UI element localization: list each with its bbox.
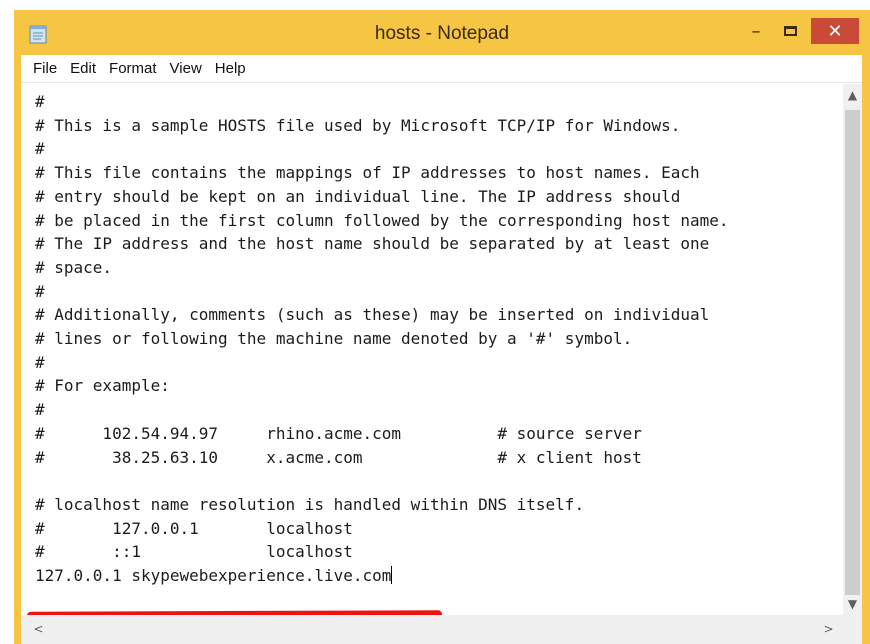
notepad-window: hosts - Notepad – ✕ File Edit Format Vie… [14,10,870,644]
text-line: # [35,92,45,111]
horizontal-scrollbar[interactable]: < > [21,615,843,644]
minimize-button[interactable]: – [743,19,769,43]
text-line: # This file contains the mappings of IP … [35,163,700,183]
window-title: hosts - Notepad [374,23,510,44]
text-line: # 38.25.63.10 x.acme.com # x client host [35,447,642,467]
close-icon: ✕ [827,20,843,42]
menu-bar: File Edit Format View Help [21,55,862,83]
vertical-scrollbar[interactable]: ▲ ▼ [843,84,862,615]
text-line: # 127.0.0.1 localhost [35,518,353,538]
text-editor[interactable]: # # This is a sample HOSTS file used by … [21,84,843,615]
text-line: # space. [35,257,113,277]
text-line: # [35,139,45,159]
scroll-right-icon[interactable]: > [819,620,838,638]
text-line: # The IP address and the host name shoul… [35,234,710,254]
highlighted-host-entry: 127.0.0.1 skypewebexperience.live.com [35,566,392,586]
client-area: File Edit Format View Help # # This is a… [21,55,862,644]
text-line: # lines or following the machine name de… [35,329,633,349]
scrollbar-corner [843,615,862,644]
close-button[interactable]: ✕ [811,18,859,44]
menu-format[interactable]: Format [109,60,157,77]
maximize-icon [783,26,797,36]
text-line: # ::1 localhost [35,542,353,562]
maximize-button[interactable] [776,19,804,43]
editor-content: # # This is a sample HOSTS file used by … [21,84,843,588]
text-line: # [35,352,45,372]
text-line: # Additionally, comments (such as these)… [35,305,710,325]
text-line: # be placed in the first column followed… [35,210,729,230]
text-line: # [35,281,45,301]
menu-help[interactable]: Help [215,60,246,77]
title-bar[interactable]: hosts - Notepad – ✕ [14,10,870,56]
text-line: # [35,400,45,420]
scroll-left-icon[interactable]: < [29,620,48,638]
menu-view[interactable]: View [170,60,202,77]
text-caret [391,566,393,585]
minimize-icon: – [751,20,761,42]
vertical-scroll-thumb[interactable] [845,110,860,595]
text-line: # This is a sample HOSTS file used by Mi… [35,115,681,135]
menu-file[interactable]: File [33,60,57,77]
text-line: # For example: [35,376,170,396]
menu-edit[interactable]: Edit [70,60,96,77]
text-line: # localhost name resolution is handled w… [35,494,585,514]
text-line: # entry should be kept on an individual … [35,186,681,206]
scroll-down-icon[interactable]: ▼ [843,595,862,613]
text-line: # 102.54.94.97 rhino.acme.com # source s… [35,423,642,443]
scroll-up-icon[interactable]: ▲ [843,86,862,104]
